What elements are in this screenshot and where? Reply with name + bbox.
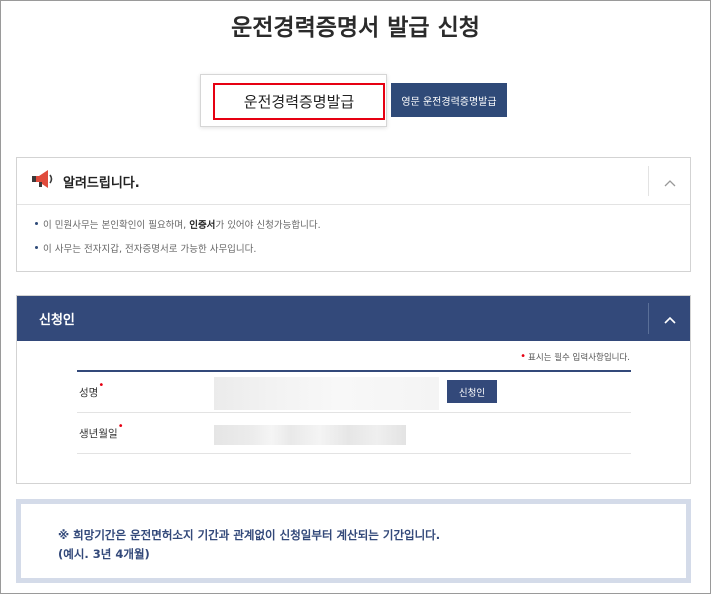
megaphone-icon xyxy=(31,169,55,193)
chevron-up-icon xyxy=(664,172,676,191)
notice-list: 이 민원사무는 본인확인이 필요하며, 인증서가 있어야 신청가능합니다. 이 … xyxy=(17,205,690,255)
period-info-text: ※ 희망기간은 운전면허소지 기간과 관계없이 신청일부터 계산되는 기간입니다… xyxy=(58,528,441,542)
page-title: 운전경력증명서 발급 신청 xyxy=(231,15,480,41)
required-marker: • xyxy=(117,421,124,432)
notice-panel: 알려드립니다. 이 민원사무는 본인확인이 필요하며, 인증서가 있어야 신청가… xyxy=(16,157,691,272)
notice-title: 알려드립니다. xyxy=(63,175,140,191)
notice-header: 알려드립니다. xyxy=(17,158,690,205)
notice-collapse-button[interactable] xyxy=(648,166,690,196)
applicant-panel: 신청인 • 표시는 필수 입력사항입니다. 성명 • 신청인 생년월일 • xyxy=(16,295,691,484)
applicant-title: 신청인 xyxy=(39,313,75,328)
period-info-box: ※ 희망기간은 운전면허소지 기간과 관계없이 신청일부터 계산되는 기간입니다… xyxy=(16,499,691,583)
period-example-text: (예시. 3년 4개월) xyxy=(58,547,150,561)
tab-english-driving-record-issue[interactable]: 영문 운전경력증명발급 xyxy=(391,83,507,117)
form-row-name: 성명 • 신청인 xyxy=(77,372,631,413)
required-note: • 표시는 필수 입력사항입니다. xyxy=(520,351,630,363)
applicant-collapse-button[interactable] xyxy=(648,303,690,334)
birthdate-label: 생년월일 • xyxy=(79,421,124,440)
tab-driving-record-issue[interactable]: 운전경력증명발급 xyxy=(213,83,385,120)
applicant-header: 신청인 xyxy=(17,296,690,341)
applicant-form: 성명 • 신청인 생년월일 • xyxy=(77,370,631,454)
notice-item: 이 사무는 전자지갑, 전자증명서로 가능한 사무입니다. xyxy=(35,241,690,255)
name-label: 성명 • xyxy=(79,380,105,399)
required-marker: • xyxy=(98,380,105,391)
notice-item: 이 민원사무는 본인확인이 필요하며, 인증서가 있어야 신청가능합니다. xyxy=(35,217,690,231)
chevron-up-icon xyxy=(663,309,676,328)
required-marker: • xyxy=(520,351,527,362)
birthdate-field[interactable] xyxy=(214,425,406,445)
name-field[interactable] xyxy=(214,377,439,410)
form-row-birthdate: 생년월일 • xyxy=(77,413,631,454)
tab-container: 운전경력증명발급 xyxy=(200,74,387,127)
applicant-verify-button[interactable]: 신청인 xyxy=(447,380,497,403)
